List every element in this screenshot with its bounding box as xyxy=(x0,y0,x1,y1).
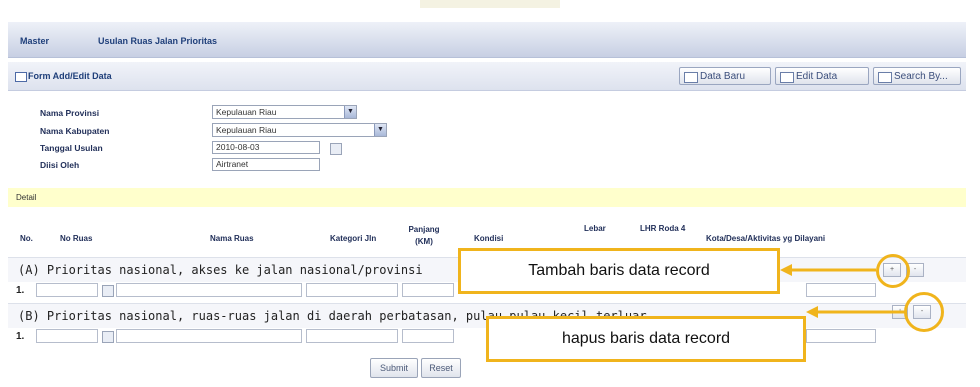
panjang-input[interactable] xyxy=(402,329,454,343)
col-no-ruas: No Ruas xyxy=(60,234,93,243)
lookup-icon[interactable] xyxy=(102,331,114,343)
chevron-down-icon[interactable]: ▼ xyxy=(344,106,356,118)
nama-ruas-input[interactable] xyxy=(116,283,302,297)
search-by-label: Search By... xyxy=(894,71,948,82)
search-by-button[interactable]: Search By... xyxy=(873,67,961,85)
detail-label: Detail xyxy=(16,193,37,202)
page-title: Usulan Ruas Jalan Prioritas xyxy=(98,36,218,46)
col-lhr: LHR Roda 4 xyxy=(640,224,686,233)
edit-record-icon xyxy=(780,72,794,83)
submit-button[interactable]: Submit xyxy=(370,358,418,378)
col-kondisi: Kondisi xyxy=(474,234,504,243)
kabupaten-label: Nama Kabupaten xyxy=(40,126,110,136)
data-baru-button[interactable]: Data Baru xyxy=(679,67,771,85)
panjang-input[interactable] xyxy=(402,283,454,297)
add-highlight-ring xyxy=(876,254,910,288)
form-title: Form Add/Edit Data xyxy=(28,71,112,81)
kabupaten-value: Kepulauan Riau xyxy=(216,125,277,135)
diisi-input[interactable]: Airtranet xyxy=(212,158,320,171)
chevron-down-icon[interactable]: ▼ xyxy=(374,124,386,136)
col-kategori: Kategori Jln xyxy=(330,234,377,243)
no-ruas-input[interactable] xyxy=(36,283,98,297)
new-record-icon xyxy=(684,72,698,83)
data-baru-label: Data Baru xyxy=(700,71,746,82)
section-a-title: (A) Prioritas nasional, akses ke jalan n… xyxy=(18,263,423,277)
edit-data-label: Edit Data xyxy=(796,71,838,82)
form-header-bar: Form Add/Edit Data Data Baru Edit Data S… xyxy=(8,62,966,91)
edit-data-button[interactable]: Edit Data xyxy=(775,67,869,85)
lookup-icon[interactable] xyxy=(102,285,114,297)
breadcrumb-root[interactable]: Master xyxy=(20,36,49,46)
provinsi-label: Nama Provinsi xyxy=(40,108,100,118)
remove-arrow-icon xyxy=(806,306,906,318)
top-shade xyxy=(420,0,560,8)
no-ruas-input[interactable] xyxy=(36,329,98,343)
form-icon xyxy=(15,72,27,82)
row-number: 1. xyxy=(16,331,25,342)
col-kota: Kota/Desa/Aktivitas yg Dilayani xyxy=(706,234,826,243)
remove-annotation-callout: hapus baris data record xyxy=(486,316,806,362)
kota-input[interactable] xyxy=(806,329,876,343)
nama-ruas-input[interactable] xyxy=(116,329,302,343)
kabupaten-select[interactable]: Kepulauan Riau ▼ xyxy=(212,123,387,137)
col-lebar: Lebar xyxy=(584,224,606,233)
provinsi-value: Kepulauan Riau xyxy=(216,107,277,117)
provinsi-select[interactable]: Kepulauan Riau ▼ xyxy=(212,105,357,119)
col-panjang: Panjang (KM) xyxy=(408,225,440,246)
diisi-label: Diisi Oleh xyxy=(40,160,80,170)
detail-bar: Detail xyxy=(8,188,966,207)
kategori-input[interactable] xyxy=(306,329,398,343)
add-arrow-icon xyxy=(780,264,876,276)
search-icon xyxy=(878,72,892,83)
kota-input[interactable] xyxy=(806,283,876,297)
reset-button[interactable]: Reset xyxy=(421,358,461,378)
kategori-input[interactable] xyxy=(306,283,398,297)
tanggal-input[interactable]: 2010-08-03 xyxy=(212,141,320,154)
col-no: No. xyxy=(20,234,33,243)
col-nama-ruas: Nama Ruas xyxy=(210,234,254,243)
calendar-icon[interactable] xyxy=(330,143,342,155)
add-annotation-callout: Tambah baris data record xyxy=(458,248,780,294)
title-bar: Master Usulan Ruas Jalan Prioritas xyxy=(8,22,966,58)
tanggal-label: Tanggal Usulan xyxy=(40,143,103,153)
remove-highlight-ring xyxy=(904,292,944,332)
row-number: 1. xyxy=(16,285,25,296)
